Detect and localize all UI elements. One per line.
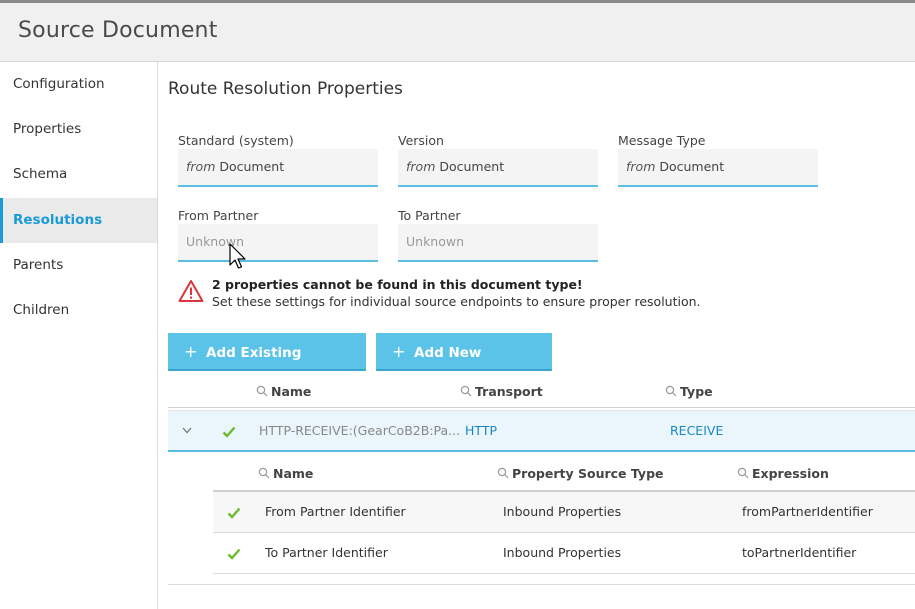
table-bottom-divider xyxy=(168,584,915,585)
property-source-type: Inbound Properties xyxy=(503,504,622,519)
version-field[interactable]: from Document xyxy=(398,149,598,187)
standard-value: Document xyxy=(219,159,285,174)
version-prefix: from xyxy=(406,159,436,174)
sidebar-item-schema[interactable]: Schema xyxy=(0,152,157,197)
message-type-prefix: from xyxy=(626,159,656,174)
search-icon xyxy=(665,385,677,397)
page-title: Source Document xyxy=(18,18,218,43)
main-panel: Route Resolution Properties Standard (sy… xyxy=(158,62,915,609)
sidebar: Configuration Properties Schema Resoluti… xyxy=(0,62,158,609)
message-type-field[interactable]: from Document xyxy=(618,149,818,187)
search-icon xyxy=(460,385,472,397)
search-icon xyxy=(256,385,268,397)
add-existing-endpoint-button[interactable]: + Add Existing Endpoint xyxy=(168,333,366,399)
property-name: To Partner Identifier xyxy=(265,545,388,560)
sidebar-item-properties[interactable]: Properties xyxy=(0,107,157,152)
standard-label: Standard (system) xyxy=(178,133,294,148)
standard-prefix: from xyxy=(186,159,216,174)
warning-detail: Set these settings for individual source… xyxy=(212,294,701,309)
column-header-name[interactable]: Name xyxy=(256,384,311,399)
warning-message: 2 properties cannot be found in this doc… xyxy=(178,277,778,311)
search-icon xyxy=(737,467,749,479)
from-partner-field[interactable]: Unknown xyxy=(178,224,378,262)
check-icon xyxy=(227,507,241,519)
column-header-name[interactable]: Name xyxy=(258,466,313,481)
version-label: Version xyxy=(398,133,444,148)
version-value: Document xyxy=(439,159,505,174)
add-new-endpoint-button[interactable]: + Add New Endpoint xyxy=(376,333,552,399)
sidebar-item-children[interactable]: Children xyxy=(0,288,157,333)
section-title: Route Resolution Properties xyxy=(168,79,403,99)
table-row[interactable]: From Partner Identifier Inbound Properti… xyxy=(213,492,915,533)
table-row[interactable]: To Partner Identifier Inbound Properties… xyxy=(213,533,915,574)
check-icon xyxy=(222,426,236,438)
to-partner-label: To Partner xyxy=(398,208,461,223)
check-icon xyxy=(227,548,241,560)
property-expression: fromPartnerIdentifier xyxy=(742,504,873,519)
endpoint-type[interactable]: RECEIVE xyxy=(670,411,723,451)
search-icon xyxy=(497,467,509,479)
column-header-expression[interactable]: Expression xyxy=(737,466,829,481)
from-partner-label: From Partner xyxy=(178,208,259,223)
endpoint-name[interactable]: HTTP-RECEIVE:(GearCoB2B:Pa... xyxy=(259,411,460,451)
chevron-down-icon[interactable] xyxy=(182,427,192,434)
endpoint-transport[interactable]: HTTP xyxy=(465,411,497,451)
plus-icon: + xyxy=(392,342,406,361)
warning-title: 2 properties cannot be found in this doc… xyxy=(212,277,583,292)
table-row[interactable]: HTTP-RECEIVE:(GearCoB2B:Pa... HTTP RECEI… xyxy=(168,410,915,452)
property-expression: toPartnerIdentifier xyxy=(742,545,857,560)
property-name: From Partner Identifier xyxy=(265,504,406,519)
warning-icon xyxy=(178,280,204,302)
property-source-type: Inbound Properties xyxy=(503,545,622,560)
column-header-property-source-type[interactable]: Property Source Type xyxy=(497,466,664,481)
cursor-icon xyxy=(229,243,246,269)
to-partner-field[interactable]: Unknown xyxy=(398,224,598,262)
plus-icon: + xyxy=(184,342,198,361)
sidebar-item-parents[interactable]: Parents xyxy=(0,243,157,288)
search-icon xyxy=(258,467,270,479)
column-header-type[interactable]: Type xyxy=(665,384,713,399)
message-type-label: Message Type xyxy=(618,133,706,148)
column-header-transport[interactable]: Transport xyxy=(460,384,543,399)
header-bar: Source Document xyxy=(0,0,915,62)
endpoints-table-header: Name Transport Type xyxy=(168,375,915,408)
properties-table-header: Name Property Source Type Expression xyxy=(213,454,915,492)
sidebar-item-configuration[interactable]: Configuration xyxy=(0,62,157,107)
standard-field[interactable]: from Document xyxy=(178,149,378,187)
message-type-value: Document xyxy=(659,159,725,174)
sidebar-item-resolutions[interactable]: Resolutions xyxy=(0,198,157,243)
